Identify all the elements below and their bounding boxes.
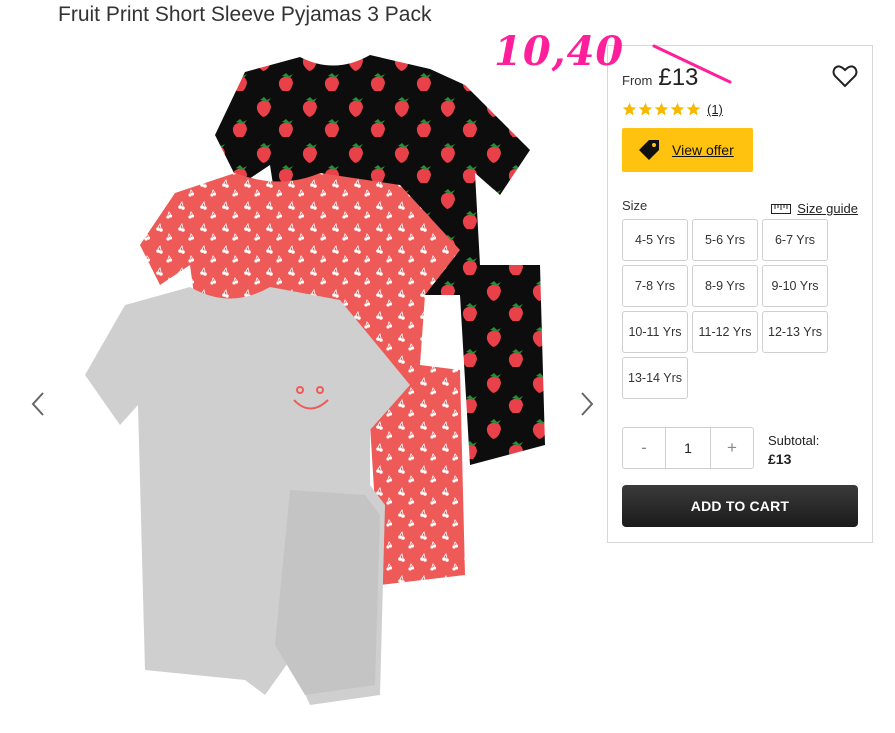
rating-count-link[interactable]: (1) (707, 102, 723, 117)
rating-stars (622, 102, 701, 117)
product-image (85, 55, 545, 705)
purchase-panel: From £13 (1) View offer Size Size guide … (607, 45, 873, 543)
chevron-left-icon[interactable] (28, 390, 50, 418)
product-title: Fruit Print Short Sleeve Pyjamas 3 Pack (58, 3, 432, 26)
size-option[interactable]: 4-5 Yrs (622, 219, 688, 261)
heart-icon[interactable] (832, 64, 858, 88)
size-option[interactable]: 11-12 Yrs (692, 311, 758, 353)
size-option[interactable]: 12-13 Yrs (762, 311, 828, 353)
quantity-stepper: - 1 + (622, 427, 754, 469)
star-icon (686, 102, 701, 116)
star-icon (638, 102, 653, 116)
subtotal-label: Subtotal: (768, 433, 820, 448)
chevron-right-icon[interactable] (575, 390, 597, 418)
size-options: 4-5 Yrs 5-6 Yrs 6-7 Yrs 7-8 Yrs 8-9 Yrs … (622, 219, 830, 399)
star-icon (654, 102, 669, 116)
increase-quantity-button[interactable]: + (711, 428, 753, 468)
from-label: From (622, 73, 653, 88)
handwritten-price-annotation: 10,40 (494, 28, 625, 75)
size-label: Size (622, 198, 648, 213)
price-tag-icon (639, 140, 659, 160)
quantity-input[interactable]: 1 (665, 428, 711, 468)
subtotal: Subtotal: £13 (768, 432, 819, 468)
view-offer-button[interactable]: View offer (622, 128, 753, 172)
size-option[interactable]: 10-11 Yrs (622, 311, 688, 353)
rating: (1) (622, 102, 723, 117)
ruler-icon (771, 203, 792, 214)
subtotal-value: £13 (768, 451, 792, 467)
add-to-cart-button[interactable]: ADD TO CART (622, 485, 858, 527)
view-offer-label: View offer (672, 142, 734, 158)
size-option[interactable]: 13-14 Yrs (622, 357, 688, 399)
size-option[interactable]: 5-6 Yrs (692, 219, 758, 261)
star-icon (622, 102, 637, 116)
product-image-gallery (20, 45, 610, 725)
size-option[interactable]: 8-9 Yrs (692, 265, 758, 307)
decrease-quantity-button[interactable]: - (623, 428, 665, 468)
price-strikethrough-mark (652, 44, 732, 84)
size-option[interactable]: 7-8 Yrs (622, 265, 688, 307)
size-option[interactable]: 6-7 Yrs (762, 219, 828, 261)
size-option[interactable]: 9-10 Yrs (762, 265, 828, 307)
size-guide-label: Size guide (797, 201, 858, 216)
star-icon (670, 102, 685, 116)
size-guide-link[interactable]: Size guide (771, 201, 858, 216)
